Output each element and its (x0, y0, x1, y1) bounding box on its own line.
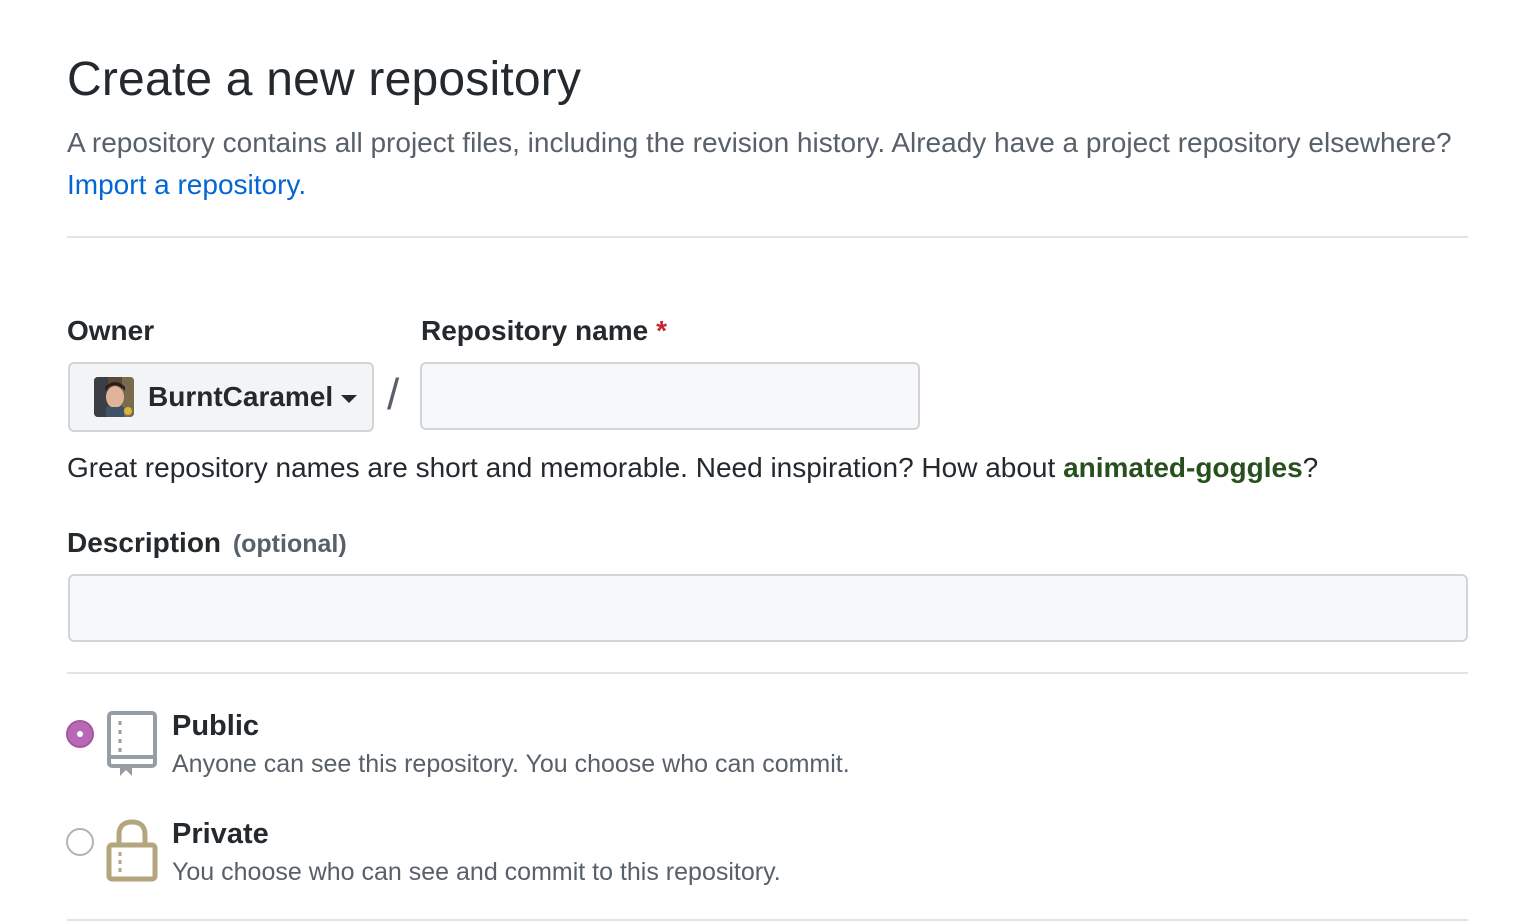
hint-suffix: ? (1302, 452, 1319, 483)
avatar (94, 377, 134, 417)
hint-text: Great repository names are short and mem… (67, 452, 1064, 483)
chevron-down-icon (341, 394, 358, 403)
public-description: Anyone can see this repository. You choo… (172, 750, 850, 778)
description-divider (67, 672, 1468, 674)
public-radio[interactable] (66, 720, 94, 748)
description-label-text: Description (67, 527, 222, 558)
optional-marker: (optional) (232, 530, 347, 558)
owner-name: BurntCaramel (148, 381, 334, 412)
name-suggestion-link[interactable]: animated-goggles (1063, 452, 1303, 483)
import-repository-link[interactable]: Import a repository. (67, 169, 306, 200)
owner-repo-separator: / (387, 370, 400, 419)
private-description: You choose who can see and commit to thi… (172, 858, 781, 886)
private-title: Private (172, 818, 269, 850)
owner-select-button[interactable]: BurntCaramel (68, 362, 374, 432)
repository-name-hint: Great repository names are short and mem… (67, 452, 1318, 484)
repository-name-input[interactable] (420, 362, 920, 430)
repository-name-label: Repository name * (421, 315, 667, 347)
description-label: Description (optional) (67, 527, 347, 559)
create-repository-page: Create a new repository A repository con… (0, 0, 1532, 922)
private-radio[interactable] (66, 828, 94, 856)
description-input[interactable] (68, 574, 1468, 642)
lock-icon (106, 819, 158, 882)
repository-name-label-text: Repository name (421, 315, 649, 346)
owner-label: Owner (67, 315, 155, 346)
header-divider (67, 236, 1468, 238)
page-description: A repository contains all project files,… (67, 122, 1487, 206)
visibility-divider (67, 919, 1468, 921)
repo-book-icon (107, 711, 157, 776)
page-description-text: A repository contains all project files,… (67, 127, 1452, 158)
page-title: Create a new repository (67, 53, 582, 106)
public-title: Public (172, 710, 260, 742)
required-marker: * (656, 315, 668, 346)
